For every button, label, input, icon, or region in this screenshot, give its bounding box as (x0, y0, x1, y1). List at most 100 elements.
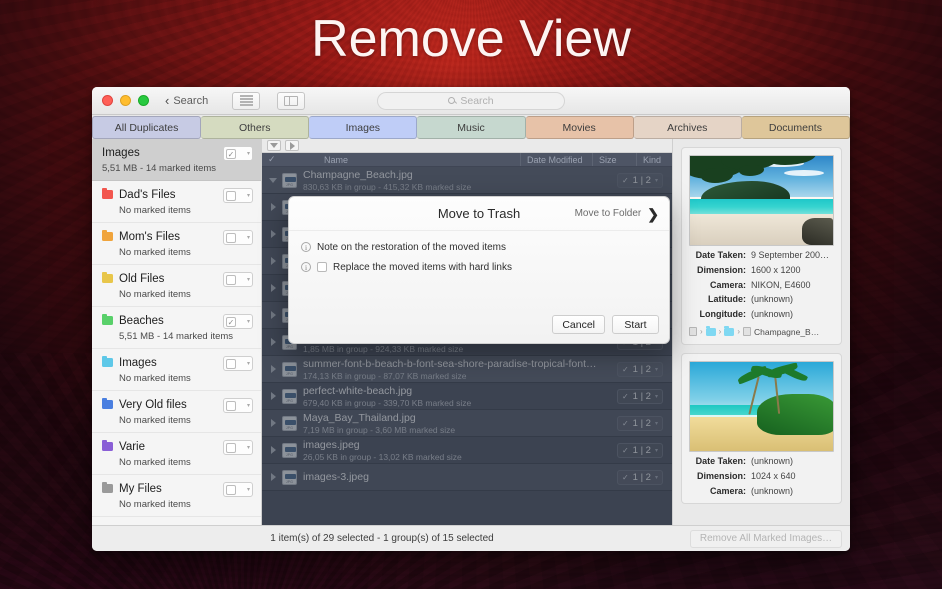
triangle-right-icon[interactable] (266, 392, 280, 400)
triangle-right-icon[interactable] (266, 284, 280, 292)
chevron-down-icon[interactable]: ▾ (655, 474, 658, 481)
group-count-control[interactable]: ✓1 | 2▾ (617, 443, 663, 458)
column-header[interactable]: Kind (636, 153, 672, 166)
tab-images[interactable]: Images (309, 116, 417, 139)
mark-checkbox[interactable] (226, 191, 236, 201)
check-icon[interactable]: ✓ (622, 176, 629, 185)
sidebar-item-old-files[interactable]: Old FilesNo marked items▾ (92, 265, 261, 307)
tab-all-duplicates[interactable]: All Duplicates (92, 116, 201, 139)
table-row[interactable]: images-3.jpeg✓1 | 2▾ (262, 464, 672, 491)
sidebar[interactable]: Images5,51 MB - 14 marked items✓▾Dad's F… (92, 139, 262, 525)
group-count-control[interactable]: ✓1 | 2▾ (617, 362, 663, 377)
search-field[interactable]: Search (377, 92, 565, 110)
check-icon[interactable]: ✓ (622, 392, 629, 401)
triangle-right-icon[interactable] (266, 365, 280, 373)
group-count-control[interactable]: ✓1 | 2▾ (617, 389, 663, 404)
mark-checkbox[interactable] (226, 359, 236, 369)
sidebar-item-varie[interactable]: VarieNo marked items▾ (92, 433, 261, 475)
mark-checkbox[interactable]: ✓ (226, 317, 236, 327)
column-header[interactable]: ✓ (262, 154, 292, 165)
breadcrumb[interactable]: › › › Champagne_B… (689, 327, 834, 337)
remove-all-marked-button[interactable]: Remove All Marked Images… (690, 530, 842, 548)
sidebar-item-images[interactable]: ImagesNo marked items▾ (92, 349, 261, 391)
info-icon[interactable]: i (301, 262, 311, 272)
dialog-option-row[interactable]: iNote on the restoration of the moved it… (289, 237, 669, 257)
sidebar-item-mom-s-files[interactable]: Mom's FilesNo marked items▾ (92, 223, 261, 265)
table-row[interactable]: Champagne_Beach.jpg830,63 KB in group - … (262, 167, 672, 194)
mark-checkbox[interactable] (226, 275, 236, 285)
triangle-right-icon[interactable] (266, 419, 280, 427)
chevron-down-icon[interactable]: ▾ (247, 318, 250, 325)
table-row[interactable]: images.jpeg26,05 KB in group - 13,02 KB … (262, 437, 672, 464)
mark-checkbox[interactable] (226, 485, 236, 495)
mark-control[interactable]: ▾ (223, 482, 253, 497)
check-icon[interactable]: ✓ (622, 365, 629, 374)
table-row[interactable]: summer-font-b-beach-b-font-sea-shore-par… (262, 356, 672, 383)
chevron-down-icon[interactable]: ▾ (655, 420, 658, 427)
mark-control[interactable]: ▾ (223, 356, 253, 371)
triangle-right-icon[interactable] (266, 446, 280, 454)
mark-control[interactable]: ▾ (223, 440, 253, 455)
chevron-down-icon[interactable]: ▾ (655, 366, 658, 373)
mark-checkbox[interactable] (226, 401, 236, 411)
mark-control[interactable]: ✓▾ (223, 314, 253, 329)
chevron-down-icon[interactable]: ▾ (247, 276, 250, 283)
triangle-right-icon[interactable] (266, 473, 280, 481)
preview-pane-button[interactable] (277, 92, 305, 110)
sidebar-item-my-files[interactable]: My FilesNo marked items▾ (92, 475, 261, 517)
column-header[interactable]: Name (318, 155, 520, 165)
dialog-option-row[interactable]: iReplace the moved items with hard links (289, 257, 669, 277)
triangle-right-icon[interactable] (266, 203, 280, 211)
mark-checkbox[interactable]: ✓ (226, 149, 236, 159)
start-button[interactable]: Start (612, 315, 659, 334)
triangle-right-icon[interactable] (266, 338, 280, 346)
chevron-down-icon[interactable]: ▾ (655, 393, 658, 400)
tab-archives[interactable]: Archives (634, 116, 742, 139)
chevron-down-icon[interactable]: ▾ (247, 360, 250, 367)
collapse-all-button[interactable] (267, 140, 281, 151)
column-header[interactable]: Date Modified (520, 153, 592, 166)
triangle-right-icon[interactable] (266, 230, 280, 238)
chevron-down-icon[interactable]: ▾ (247, 486, 250, 493)
hard-links-checkbox[interactable] (317, 262, 327, 272)
table-row[interactable]: perfect-white-beach.jpg679,40 KB in grou… (262, 383, 672, 410)
tab-movies[interactable]: Movies (526, 116, 634, 139)
sidebar-item-very-old-files[interactable]: Very Old filesNo marked items▾ (92, 391, 261, 433)
tab-others[interactable]: Others (201, 116, 309, 139)
table-row[interactable]: Maya_Bay_Thailand.jpg7,19 MB in group - … (262, 410, 672, 437)
tab-music[interactable]: Music (417, 116, 525, 139)
chevron-down-icon[interactable]: ▾ (247, 192, 250, 199)
move-to-folder-button[interactable]: Move to Folder ❯ (575, 207, 659, 221)
mark-checkbox[interactable] (226, 233, 236, 243)
mark-control[interactable]: ▾ (223, 188, 253, 203)
group-count-control[interactable]: ✓1 | 2▾ (617, 416, 663, 431)
chevron-down-icon[interactable]: ▾ (247, 444, 250, 451)
chevron-down-icon[interactable]: ▾ (655, 447, 658, 454)
minimize-button[interactable] (120, 95, 131, 106)
group-count-control[interactable]: ✓1 | 2▾ (617, 470, 663, 485)
zoom-button[interactable] (138, 95, 149, 106)
chevron-down-icon[interactable]: ▾ (247, 234, 250, 241)
mark-control[interactable]: ✓▾ (223, 146, 253, 161)
chevron-down-icon[interactable]: ▾ (247, 402, 250, 409)
triangle-right-icon[interactable] (266, 257, 280, 265)
chevron-down-icon[interactable]: ▾ (655, 177, 658, 184)
chevron-down-icon[interactable]: ▾ (247, 150, 250, 157)
group-count-control[interactable]: ✓1 | 2▾ (617, 173, 663, 188)
check-icon[interactable]: ✓ (622, 419, 629, 428)
sidebar-item-dad-s-files[interactable]: Dad's FilesNo marked items▾ (92, 181, 261, 223)
expand-all-button[interactable] (285, 140, 299, 151)
triangle-down-icon[interactable] (266, 178, 280, 183)
tab-documents[interactable]: Documents (742, 116, 850, 139)
back-button[interactable]: ‹ Search (165, 94, 208, 107)
triangle-right-icon[interactable] (266, 311, 280, 319)
column-header[interactable]: Size (592, 153, 636, 166)
check-icon[interactable]: ✓ (622, 473, 629, 482)
mark-control[interactable]: ▾ (223, 230, 253, 245)
list-view-button[interactable] (232, 92, 260, 110)
mark-control[interactable]: ▾ (223, 398, 253, 413)
info-icon[interactable]: i (301, 242, 311, 252)
close-button[interactable] (102, 95, 113, 106)
mark-checkbox[interactable] (226, 443, 236, 453)
cancel-button[interactable]: Cancel (552, 315, 605, 334)
